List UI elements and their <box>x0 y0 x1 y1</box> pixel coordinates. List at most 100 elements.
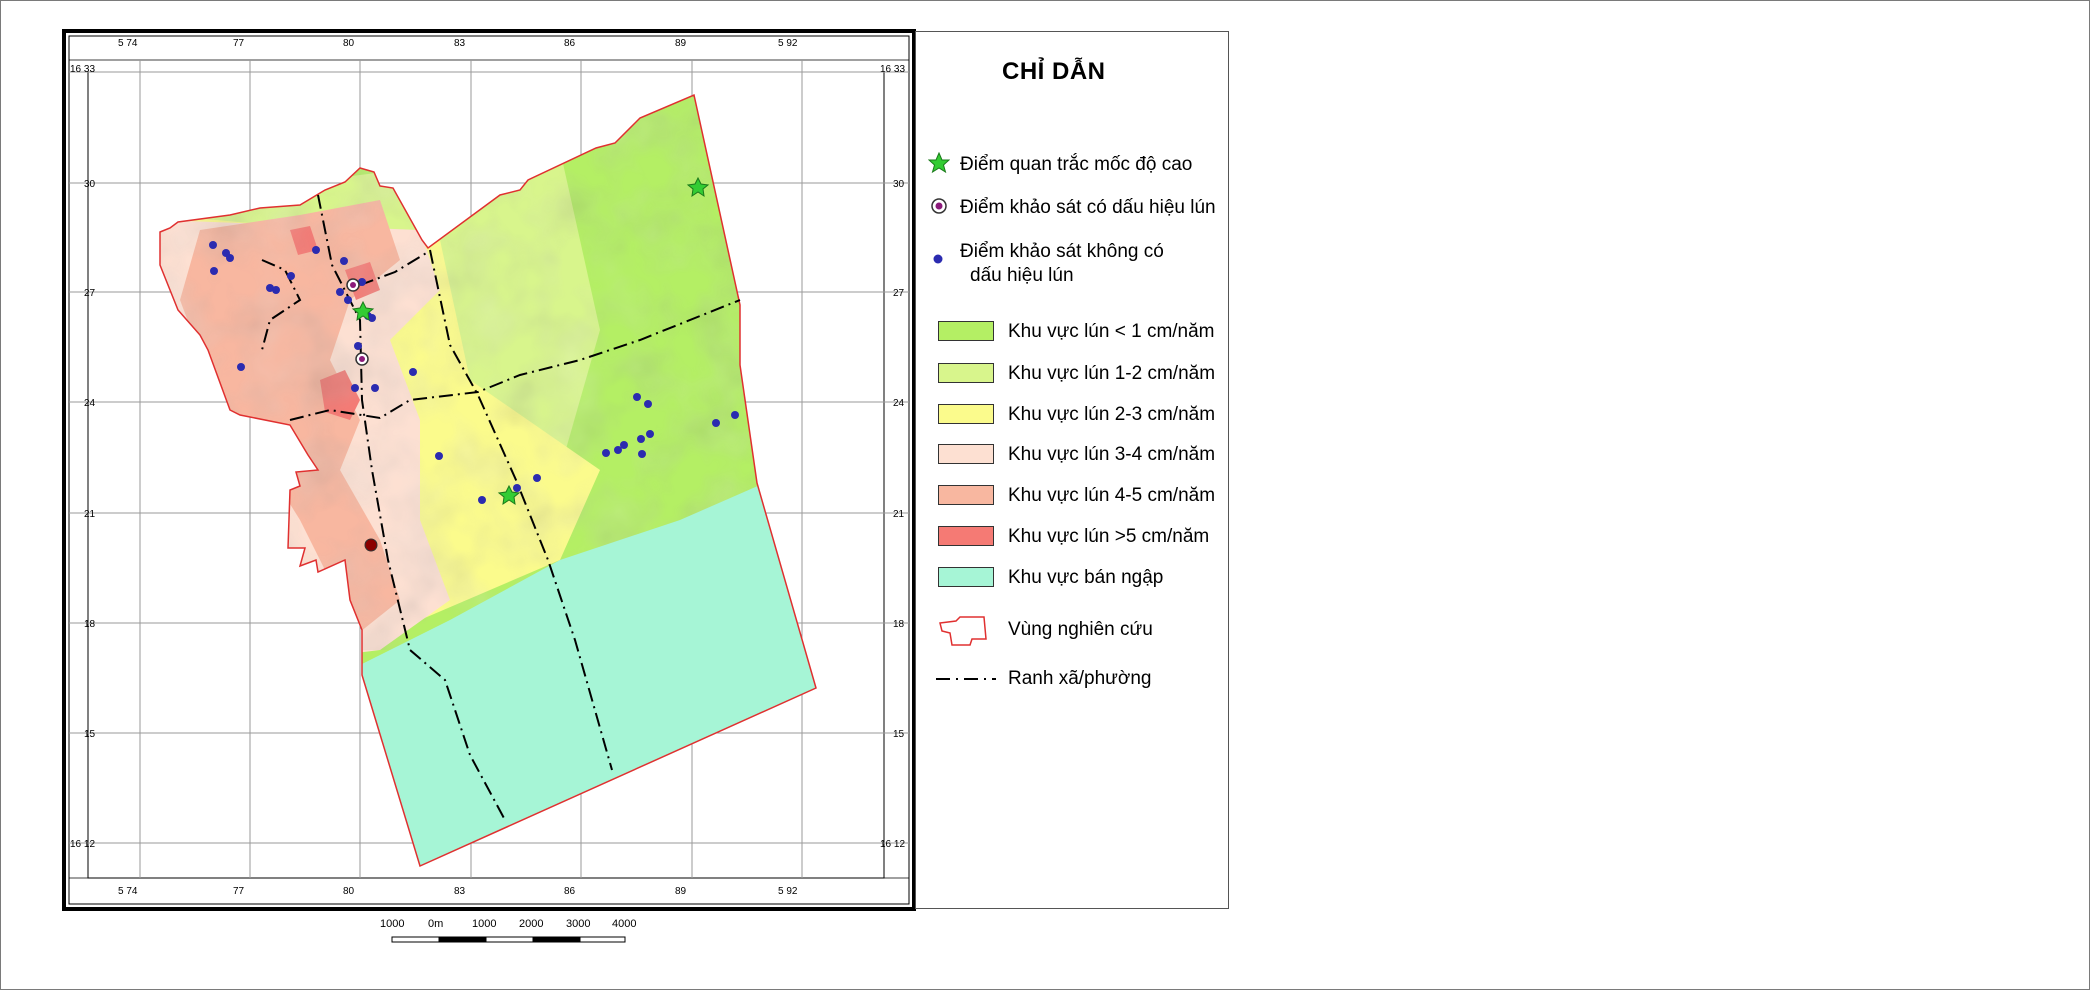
blue-dot-icon <box>637 435 645 443</box>
legend-swatch <box>938 363 994 383</box>
blue-dot-icon <box>409 368 417 376</box>
legend-item-1-2: Khu vực lún 1-2 cm/năm <box>916 359 1228 389</box>
purple-ring-icon-core <box>350 282 356 288</box>
blue-dot-icon <box>237 363 245 371</box>
blue-dot-icon <box>336 288 344 296</box>
right-tick: 24 <box>893 398 905 409</box>
legend-item-3-4: Khu vực lún 3-4 cm/năm <box>916 440 1228 470</box>
legend-swatch <box>938 321 994 341</box>
bottom-tick: 86 <box>564 886 576 897</box>
left-tick: 24 <box>84 398 96 409</box>
legend-swatch <box>938 404 994 424</box>
legend-swatch <box>938 485 994 505</box>
legend-label: Khu vực lún 2-3 cm/năm <box>1008 404 1216 425</box>
blue-dot-icon <box>513 484 521 492</box>
boundary-dashdot-icon <box>936 678 996 680</box>
right-tick: 16 12 <box>880 839 905 850</box>
legend-item-2-3: Khu vực lún 2-3 cm/năm <box>916 400 1228 430</box>
purple-ring-icon <box>931 198 947 214</box>
blue-dot-icon <box>344 296 352 304</box>
legend-label: Khu vực lún 1-2 cm/năm <box>1008 363 1216 384</box>
bottom-tick: 77 <box>233 886 245 897</box>
blue-dot-icon <box>226 254 234 262</box>
blue-dot-icon <box>712 419 720 427</box>
blue-dot-icon <box>478 496 486 504</box>
top-tick: 5 74 <box>118 38 138 49</box>
legend-item-benchmark: Điểm quan trắc mốc độ cao <box>916 150 1228 180</box>
left-tick: 16 12 <box>70 839 95 850</box>
legend-panel: CHỈ DẪN Điểm quan trắc mốc độ cao Điểm k… <box>915 31 1229 909</box>
scale-label: 2000 <box>519 918 544 930</box>
left-tick: 21 <box>84 509 96 520</box>
blue-dot-icon <box>287 272 295 280</box>
scale-label: 1000 <box>472 918 497 930</box>
scale-label: 1000 <box>380 918 405 930</box>
blue-dot-icon <box>638 450 646 458</box>
top-tick: 86 <box>564 38 576 49</box>
right-tick: 30 <box>893 179 905 190</box>
right-tick: 21 <box>893 509 905 520</box>
legend-label: Ranh xã/phường <box>1008 668 1152 689</box>
legend-item-study-area: Vùng nghiên cứu <box>916 611 1228 651</box>
blue-dot-icon <box>731 411 739 419</box>
top-tick: 77 <box>233 38 245 49</box>
legend-label: Khu vực lún < 1 cm/năm <box>1008 321 1215 342</box>
bottom-tick: 83 <box>454 886 466 897</box>
scale-label: 4000 <box>612 918 637 930</box>
blue-dot-icon <box>312 246 320 254</box>
legend-item-4-5: Khu vực lún 4-5 cm/năm <box>916 481 1228 511</box>
right-tick: 27 <box>893 288 905 299</box>
top-tick: 5 92 <box>778 38 798 49</box>
top-tick: 83 <box>454 38 466 49</box>
legend-label-line2: dấu hiệu lún <box>970 265 1074 286</box>
legend-label: Điểm khảo sát có dấu hiệu lún <box>960 197 1216 218</box>
blue-dot-icon <box>620 441 628 449</box>
green-star-icon <box>928 152 950 174</box>
bottom-tick: 80 <box>343 886 355 897</box>
bottom-tick: 5 92 <box>778 886 798 897</box>
left-tick: 27 <box>84 288 96 299</box>
scale-label: 0m <box>428 918 444 930</box>
blue-dot-icon <box>646 430 654 438</box>
blue-dot-icon <box>933 254 943 264</box>
blue-dot-icon <box>209 241 217 249</box>
blue-dot-icon <box>371 384 379 392</box>
blue-dot-icon <box>533 474 541 482</box>
legend-label: Khu vực bán ngập <box>1008 567 1164 588</box>
right-tick: 18 <box>893 619 905 630</box>
study-area-outline-icon <box>939 616 987 646</box>
right-tick: 15 <box>893 729 905 740</box>
legend-item-survey-subsidence: Điểm khảo sát có dấu hiệu lún <box>916 193 1228 223</box>
blue-dot-icon <box>644 400 652 408</box>
legend-label: Khu vực lún 4-5 cm/năm <box>1008 485 1216 506</box>
left-tick: 16 33 <box>70 64 95 75</box>
blue-dot-icon <box>633 393 641 401</box>
left-tick: 18 <box>84 619 96 630</box>
legend-swatch <box>938 444 994 464</box>
legend-label: Vùng nghiên cứu <box>1008 619 1153 640</box>
bottom-tick: 5 74 <box>118 886 138 897</box>
legend-item-lt1: Khu vực lún < 1 cm/năm <box>916 317 1228 347</box>
scale-bar: 1000 0m 1000 2000 3000 4000 <box>380 918 640 948</box>
blue-dot-icon <box>340 257 348 265</box>
legend-label: Khu vực lún 3-4 cm/năm <box>1008 444 1216 465</box>
purple-ring-icon-core <box>359 356 365 362</box>
legend-swatch <box>938 567 994 587</box>
top-tick: 80 <box>343 38 355 49</box>
legend-item-gt5: Khu vực lún >5 cm/năm <box>916 522 1228 552</box>
legend-item-survey-no-subsidence: Điểm khảo sát không có dấu hiệu lún <box>916 237 1228 291</box>
blue-dot-icon <box>272 286 280 294</box>
dark-red-dot-icon <box>364 538 378 552</box>
legend-label: Điểm khảo sát không có <box>960 241 1164 262</box>
blue-dot-icon <box>210 267 218 275</box>
blue-dot-icon <box>602 449 610 457</box>
blue-dot-icon <box>351 384 359 392</box>
top-tick: 89 <box>675 38 687 49</box>
legend-item-semi-flooded: Khu vực bán ngập <box>916 563 1228 593</box>
legend-label: Khu vực lún >5 cm/năm <box>1008 526 1210 547</box>
legend-label: Điểm quan trắc mốc độ cao <box>960 154 1193 175</box>
right-tick: 16 33 <box>880 64 905 75</box>
left-tick: 15 <box>84 729 96 740</box>
legend-swatch <box>938 526 994 546</box>
legend-item-commune-boundary: Ranh xã/phường <box>916 664 1228 694</box>
